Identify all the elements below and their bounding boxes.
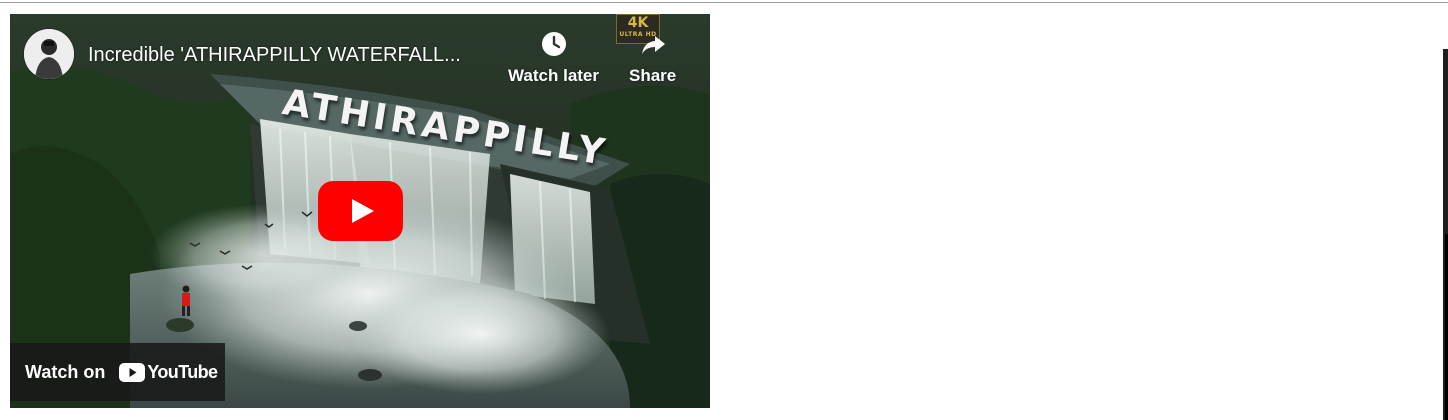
watch-later-button[interactable]: Watch later: [508, 30, 599, 86]
share-arrow-icon: [641, 36, 665, 54]
watch-on-youtube-button[interactable]: Watch on YouTube: [10, 343, 225, 401]
share-button[interactable]: Share: [629, 30, 676, 86]
watch-later-label: Watch later: [508, 66, 600, 85]
share-label: Share: [629, 66, 677, 85]
youtube-logo-icon: [119, 362, 146, 382]
youtube-logo: YouTube: [119, 361, 218, 383]
youtube-play-icon: [318, 181, 403, 241]
youtube-embed-player[interactable]: ATHIRAPPILLY 4K ULTRA HD Incredible 'ATH…: [10, 14, 710, 408]
channel-avatar[interactable]: [24, 29, 74, 79]
play-button[interactable]: [318, 181, 403, 241]
video-title[interactable]: Incredible 'ATHIRAPPILLY WATERFALL...: [88, 43, 461, 67]
4k-badge-main: 4K: [627, 15, 649, 31]
youtube-wordmark: YouTube: [147, 361, 218, 382]
clock-icon: [541, 32, 566, 56]
top-divider: [0, 2, 1448, 3]
watch-on-label: Watch on: [25, 361, 106, 382]
avatar-person-icon: [24, 29, 74, 79]
